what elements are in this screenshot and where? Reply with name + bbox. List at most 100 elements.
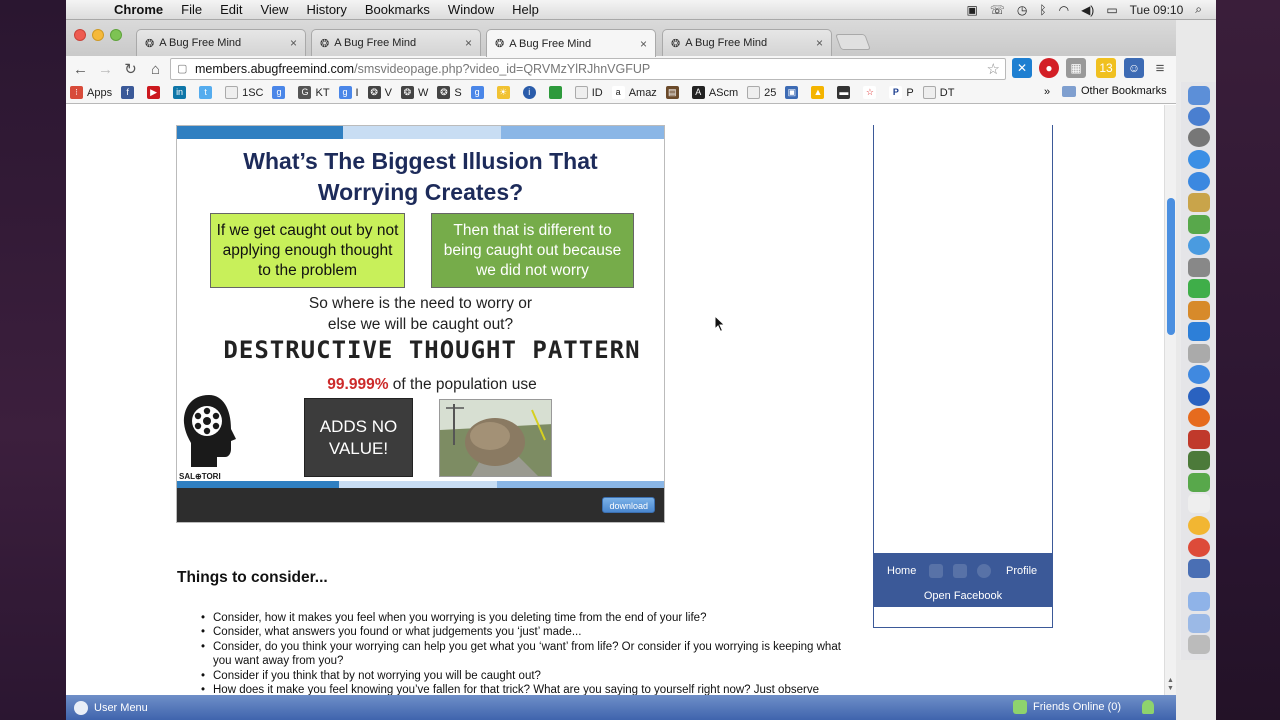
menu-bookmarks[interactable]: Bookmarks	[356, 2, 439, 17]
video-app-icon[interactable]	[1188, 559, 1210, 578]
bluetooth-icon[interactable]: ᛒ	[1039, 3, 1046, 17]
bookmark-v[interactable]: ❂ V	[367, 86, 392, 99]
new-tab-button[interactable]	[835, 34, 871, 50]
person-icon[interactable]	[1142, 700, 1154, 714]
green-app-2-icon[interactable]	[1188, 473, 1210, 492]
green-app-icon[interactable]	[1188, 215, 1210, 234]
star-app-icon[interactable]	[1188, 193, 1210, 212]
browser-tab-active[interactable]: ❂ A Bug Free Mind ×	[486, 29, 656, 57]
tab-close-icon[interactable]: ×	[640, 37, 647, 51]
menu-file[interactable]: File	[172, 2, 211, 17]
open-facebook-link[interactable]: Open Facebook	[873, 590, 1053, 602]
bookmark-google-2[interactable]: g	[470, 86, 488, 99]
bookmark-info[interactable]: i	[522, 86, 540, 99]
wifi-icon[interactable]: ◠	[1059, 3, 1069, 17]
menu-help[interactable]: Help	[503, 2, 548, 17]
chrome-icon[interactable]	[1188, 538, 1210, 557]
bookmark-photo[interactable]: ▣	[785, 86, 802, 99]
minimize-window-button[interactable]	[92, 29, 104, 41]
volume-icon[interactable]: ◀)	[1081, 3, 1094, 17]
tab-close-icon[interactable]: ×	[290, 36, 297, 50]
bookmark-briefcase[interactable]: ▤	[665, 86, 683, 99]
extension-grid-icon[interactable]: ▦	[1066, 58, 1086, 78]
scroll-down-arrow-icon[interactable]: ▼	[1167, 685, 1174, 692]
bookmark-s[interactable]: ❂ S	[437, 86, 462, 99]
battery-icon[interactable]: ▭	[1106, 3, 1117, 17]
scrollbar-thumb[interactable]	[1167, 198, 1175, 335]
bookmark-twitter[interactable]: t	[199, 86, 216, 99]
menu-view[interactable]: View	[251, 2, 297, 17]
safari-icon[interactable]	[1188, 150, 1210, 169]
bookmark-amazon[interactable]: a Amaz	[611, 86, 657, 99]
time-machine-icon[interactable]: ◷	[1017, 3, 1027, 17]
scissors-app-icon[interactable]	[1188, 279, 1210, 298]
tab-close-icon[interactable]: ×	[816, 36, 823, 50]
launchpad-icon[interactable]	[1188, 107, 1210, 126]
messages-icon[interactable]	[1188, 172, 1210, 191]
notifications-globe-icon[interactable]	[977, 564, 991, 578]
close-window-button[interactable]	[74, 29, 86, 41]
menu-history[interactable]: History	[297, 2, 355, 17]
extension-x-icon[interactable]: ✕	[1012, 58, 1032, 78]
facebook-profile-link[interactable]: Profile	[1006, 565, 1037, 577]
bookmark-w[interactable]: ❂ W	[400, 86, 428, 99]
bookmark-sun[interactable]: ☀	[496, 86, 514, 99]
bookmarks-overflow-chevron[interactable]: »	[1044, 86, 1050, 98]
firefox-icon[interactable]	[1188, 408, 1210, 427]
spotlight-search-icon[interactable]: ⌕	[1195, 2, 1202, 17]
bookmark-green[interactable]	[548, 86, 566, 99]
user-menu-button[interactable]: User Menu	[66, 700, 148, 715]
bookmark-id[interactable]: ID	[574, 86, 603, 99]
video-slide[interactable]: What’s The Biggest Illusion That Worryin…	[176, 125, 665, 523]
messages-icon[interactable]	[953, 564, 967, 578]
bookmark-facebook[interactable]: f	[121, 86, 138, 99]
bookmark-paypal[interactable]: PP	[889, 86, 914, 99]
friends-online-button[interactable]: Friends Online (0)	[1013, 700, 1121, 714]
forward-arrow-icon[interactable]: →	[93, 61, 118, 78]
bookmark-1sc[interactable]: 1SC	[225, 86, 263, 99]
menubar-clock[interactable]: Tue 09:10	[1130, 3, 1184, 17]
scroll-up-arrow-icon[interactable]: ▲	[1167, 677, 1174, 684]
bookmark-youtube[interactable]: ▶	[147, 86, 164, 99]
bookmark-25[interactable]: 25	[747, 86, 776, 99]
bookmark-google[interactable]: g	[272, 86, 289, 99]
camera-app-icon[interactable]	[1188, 258, 1210, 277]
menu-edit[interactable]: Edit	[211, 2, 251, 17]
home-icon[interactable]: ⌂	[143, 61, 168, 78]
zoom-window-button[interactable]	[110, 29, 122, 41]
browser-tab[interactable]: ❂ A Bug Free Mind ×	[662, 29, 832, 56]
red-app-icon[interactable]	[1188, 430, 1210, 449]
browser-tab[interactable]: ❂ A Bug Free Mind ×	[311, 29, 481, 56]
back-arrow-icon[interactable]: ←	[68, 61, 93, 78]
downloads-folder-icon[interactable]	[1188, 614, 1210, 633]
finder-icon[interactable]	[1188, 86, 1210, 105]
friends-icon[interactable]	[929, 564, 943, 578]
bookmark-star[interactable]: ☆	[863, 86, 880, 99]
facebook-home-link[interactable]: Home	[887, 565, 916, 577]
orange-app-icon[interactable]	[1188, 301, 1210, 320]
bookmark-dt[interactable]: DT	[922, 86, 954, 99]
pinwheel-app-icon[interactable]	[1188, 516, 1210, 535]
page-scrollbar[interactable]: ▲ ▼	[1164, 105, 1176, 695]
menu-window[interactable]: Window	[439, 2, 503, 17]
extension-person-icon[interactable]: ☺	[1124, 58, 1144, 78]
reload-icon[interactable]: ↻	[118, 60, 143, 78]
bookmark-i[interactable]: gI	[338, 86, 359, 99]
contacts-icon[interactable]	[1188, 494, 1210, 513]
other-bookmarks-folder[interactable]: Other Bookmarks	[1062, 85, 1167, 97]
call-icon[interactable]: ☏	[990, 3, 1005, 17]
bookmark-apps[interactable]: ⁝ Apps	[70, 86, 112, 99]
itunes-icon[interactable]	[1188, 236, 1210, 255]
camera-icon[interactable]: ▣	[967, 3, 978, 17]
utility-icon[interactable]	[1188, 344, 1210, 363]
bookmark-drive[interactable]: ▲	[811, 86, 828, 99]
tab-close-icon[interactable]: ×	[465, 36, 472, 50]
globe-app-icon[interactable]	[1188, 387, 1210, 406]
bookmark-kt[interactable]: G KT	[298, 86, 330, 99]
q-app-icon[interactable]	[1188, 365, 1210, 384]
menu-app-chrome[interactable]: Chrome	[110, 2, 172, 17]
tutor-app-icon[interactable]	[1188, 451, 1210, 470]
address-bar[interactable]: ▢ members.abugfreemind.com/smsvideopage.…	[170, 58, 1006, 80]
bookmark-tv[interactable]: ▬	[837, 86, 854, 99]
bookmark-ascm[interactable]: A AScm	[691, 86, 738, 99]
